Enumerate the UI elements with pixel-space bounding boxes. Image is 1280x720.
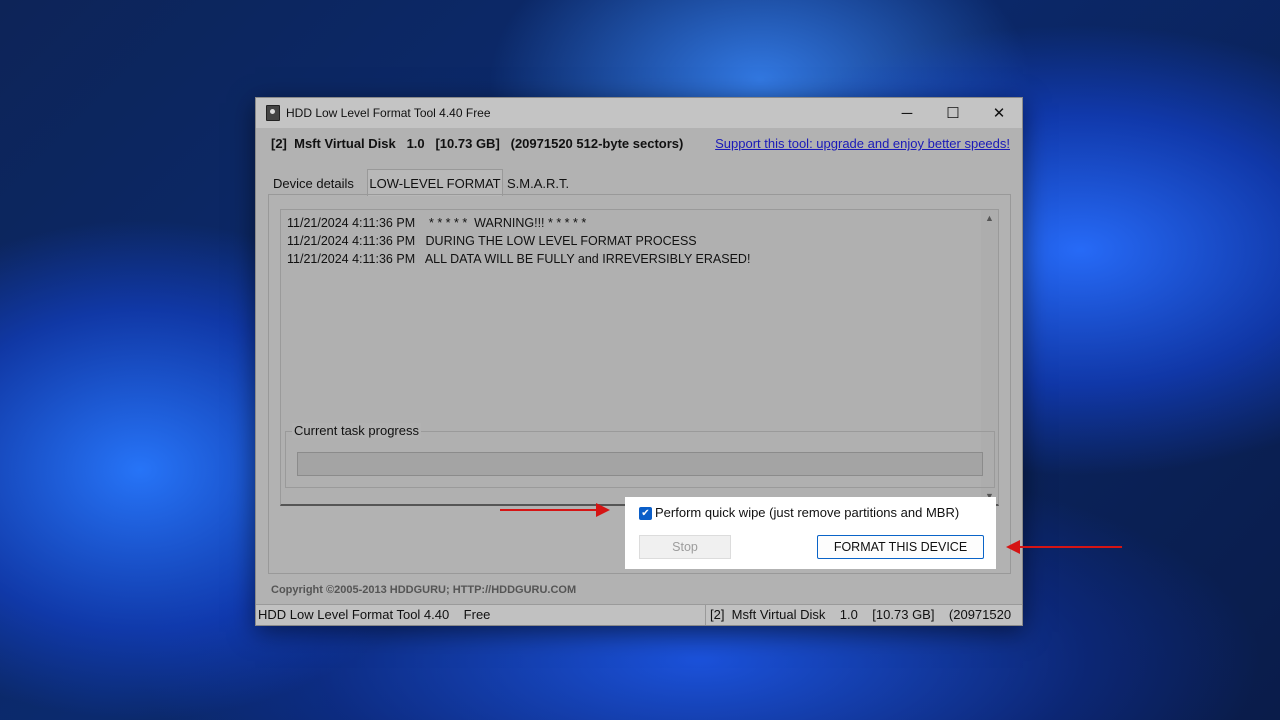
hdd-icon	[266, 105, 280, 121]
tab-device-details[interactable]: Device details	[273, 172, 365, 195]
quick-wipe-label[interactable]: Perform quick wipe (just remove partitio…	[655, 505, 959, 520]
title-bar[interactable]: HDD Low Level Format Tool 4.40 Free ─ ☐ …	[256, 98, 1022, 128]
minimize-button[interactable]: ─	[884, 98, 930, 128]
quick-wipe-panel: ✔ Perform quick wipe (just remove partit…	[625, 497, 996, 569]
tab-smart[interactable]: S.M.A.R.T.	[507, 172, 577, 195]
window-title: HDD Low Level Format Tool 4.40 Free	[286, 106, 491, 120]
copyright-text: Copyright ©2005-2013 HDDGURU; HTTP://HDD…	[271, 584, 577, 596]
format-device-button[interactable]: FORMAT THIS DEVICE	[817, 535, 984, 559]
log-line: 11/21/2024 4:11:36 PM ALL DATA WILL BE F…	[287, 252, 751, 266]
device-info: [2] Msft Virtual Disk 1.0 [10.73 GB] (20…	[271, 136, 684, 151]
log-line: 11/21/2024 4:11:36 PM DURING THE LOW LEV…	[287, 234, 697, 248]
progress-group: Current task progress	[285, 423, 995, 488]
quick-wipe-checkbox[interactable]: ✔	[639, 507, 652, 520]
stop-button[interactable]: Stop	[639, 535, 731, 559]
progress-bar	[297, 452, 983, 476]
status-bar: HDD Low Level Format Tool 4.40 Free [2] …	[256, 604, 1022, 625]
support-link[interactable]: Support this tool: upgrade and enjoy bet…	[715, 136, 1010, 151]
tab-low-level-format[interactable]: LOW-LEVEL FORMAT	[367, 169, 503, 196]
progress-title: Current task progress	[292, 423, 421, 438]
log-lines: 11/21/2024 4:11:36 PM * * * * * WARNING!…	[287, 214, 750, 268]
log-line: 11/21/2024 4:11:36 PM * * * * * WARNING!…	[287, 216, 587, 230]
red-arrow-right-icon	[500, 503, 610, 517]
maximize-button[interactable]: ☐	[930, 98, 976, 128]
close-button[interactable]: ✕	[976, 98, 1022, 128]
status-device-info: [2] Msft Virtual Disk 1.0 [10.73 GB] (20…	[705, 605, 1022, 625]
red-arrow-left-icon	[1006, 540, 1122, 554]
status-app-name: HDD Low Level Format Tool 4.40 Free	[258, 607, 491, 622]
checkmark-icon: ✔	[641, 508, 650, 519]
scroll-up-icon[interactable]: ▲	[981, 210, 998, 226]
window-controls: ─ ☐ ✕	[884, 98, 1022, 128]
